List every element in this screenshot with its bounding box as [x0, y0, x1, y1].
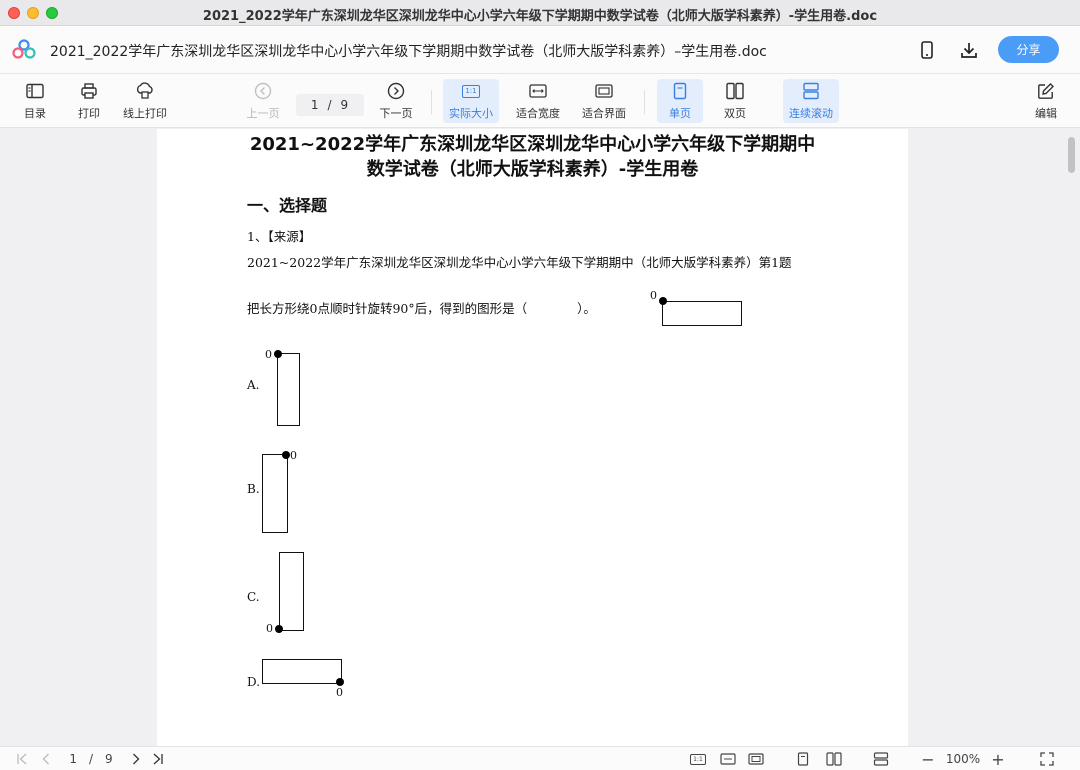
prev-page-icon[interactable] — [38, 751, 54, 767]
zoom-out-button[interactable]: − — [920, 750, 936, 769]
print-button[interactable]: 打印 — [72, 79, 106, 123]
fit-width-icon — [529, 84, 547, 98]
toc-label: 目录 — [24, 107, 46, 120]
point-o-dot — [659, 297, 667, 305]
fit-page-label: 适合界面 — [582, 107, 626, 120]
option-b-label: B. — [247, 482, 260, 496]
chevron-left-circle-icon — [254, 82, 272, 100]
fit-width-label: 适合宽度 — [516, 107, 560, 120]
status-actual-size-icon[interactable]: 1:1 — [688, 751, 708, 767]
double-page-button[interactable]: 双页 — [713, 79, 757, 123]
download-icon[interactable] — [958, 39, 980, 61]
chevron-right-circle-icon — [387, 82, 405, 100]
option-a-dot — [274, 350, 282, 358]
print-label: 打印 — [78, 107, 100, 120]
online-print-label: 线上打印 — [123, 107, 167, 120]
single-page-button[interactable]: 单页 — [657, 79, 703, 123]
document-viewport[interactable]: 2021~2022学年广东深圳龙华区深圳龙华中心小学六年级下学期期中 数学试卷（… — [0, 129, 1080, 746]
share-button[interactable]: 分享 — [998, 36, 1059, 63]
option-b-point-label: 0 — [290, 449, 297, 462]
toolbar-divider — [644, 90, 645, 114]
prev-page-button[interactable]: 上一页 — [244, 79, 282, 123]
status-bar: 1 / 9 1:1 − 100% + — [0, 746, 1080, 770]
status-page-total: 9 — [105, 752, 113, 766]
toolbar: 目录 打印 线上打印 上一页 1 / 9 下一页 1:1 实际大小 适合宽度 适… — [0, 74, 1080, 128]
status-fit-page-icon[interactable] — [746, 751, 766, 767]
edit-icon — [1038, 83, 1054, 99]
fit-page-button[interactable]: 适合界面 — [578, 79, 630, 123]
toolbar-divider — [431, 90, 432, 114]
toc-button[interactable]: 目录 — [18, 79, 52, 123]
window-titlebar: 2021_2022学年广东深圳龙华区深圳龙华中心小学六年级下学期期中数学试卷（北… — [0, 0, 1080, 26]
option-b-dot — [282, 451, 290, 459]
next-page-icon[interactable] — [128, 751, 144, 767]
section-heading: 一、选择题 — [247, 196, 328, 215]
figure-rectangle — [662, 301, 742, 326]
status-continuous-scroll-icon[interactable] — [871, 751, 891, 767]
online-print-button[interactable]: 线上打印 — [118, 79, 172, 123]
cloud-print-icon — [136, 82, 153, 99]
logo-icon — [12, 39, 36, 59]
status-page-separator: / — [88, 752, 94, 766]
double-page-label: 双页 — [724, 107, 746, 120]
double-page-icon — [726, 82, 744, 100]
single-page-label: 单页 — [669, 107, 691, 120]
question-source: 2021~2022学年广东深圳龙华区深圳龙华中心小学六年级下学期期中（北师大版学… — [247, 255, 792, 270]
phone-icon[interactable] — [916, 39, 938, 61]
fit-width-button[interactable]: 适合宽度 — [512, 79, 564, 123]
toc-icon — [26, 83, 44, 99]
prev-page-label: 上一页 — [246, 107, 280, 120]
actual-size-label: 实际大小 — [449, 107, 493, 120]
status-single-page-icon[interactable] — [794, 751, 812, 767]
status-fit-width-icon[interactable] — [718, 751, 738, 767]
actual-size-icon: 1:1 — [462, 84, 480, 98]
option-a-rectangle — [277, 353, 300, 426]
actual-size-button[interactable]: 1:1 实际大小 — [443, 79, 499, 123]
question-stem: 把长方形绕0点顺时针旋转90°后，得到的图形是（ ）。 — [247, 301, 596, 316]
vertical-scrollbar[interactable] — [1068, 137, 1075, 173]
page-current: 1 — [310, 98, 320, 112]
fit-page-icon — [595, 84, 613, 98]
continuous-scroll-label: 连续滚动 — [789, 107, 833, 120]
option-b-rectangle — [262, 454, 288, 533]
option-c-label: C. — [247, 590, 260, 604]
option-a-label: A. — [247, 378, 260, 392]
option-c-rectangle — [279, 552, 304, 631]
option-a-point-label: 0 — [265, 348, 272, 361]
edit-label: 编辑 — [1035, 107, 1057, 120]
option-c-dot — [275, 625, 283, 633]
next-page-button[interactable]: 下一页 — [377, 79, 415, 123]
app-header: 2021_2022学年广东深圳龙华区深圳龙华中心小学六年级下学期期中数学试卷（北… — [0, 26, 1080, 74]
continuous-scroll-button[interactable]: 连续滚动 — [783, 79, 839, 123]
document-title: 2021_2022学年广东深圳龙华区深圳龙华中心小学六年级下学期期中数学试卷（北… — [50, 44, 767, 60]
edit-button[interactable]: 编辑 — [1030, 79, 1062, 123]
printer-icon — [81, 83, 97, 99]
doc-title-line-1: 2021~2022学年广东深圳龙华区深圳龙华中心小学六年级下学期期中 — [249, 134, 816, 155]
status-double-page-icon[interactable] — [824, 751, 844, 767]
document-page: 2021~2022学年广东深圳龙华区深圳龙华中心小学六年级下学期期中 数学试卷（… — [157, 129, 908, 746]
status-page-indicator[interactable]: 1 / 9 — [64, 751, 118, 767]
option-d-rectangle — [262, 659, 342, 684]
first-page-icon[interactable] — [14, 751, 30, 767]
option-d-dot — [336, 678, 344, 686]
page-separator: / — [327, 98, 333, 112]
single-page-icon — [673, 82, 687, 100]
zoom-level[interactable]: 100% — [944, 751, 982, 767]
last-page-icon[interactable] — [150, 751, 166, 767]
option-d-point-label: 0 — [336, 686, 343, 699]
page-number-input[interactable]: 1 / 9 — [296, 94, 364, 116]
continuous-scroll-icon — [803, 82, 819, 100]
point-o-label: 0 — [650, 289, 657, 302]
question-number: 1、【来源】 — [247, 229, 312, 244]
doc-title-line-2: 数学试卷（北师大版学科素养）-学生用卷 — [366, 159, 699, 180]
page-total: 9 — [340, 98, 350, 112]
fullscreen-icon[interactable] — [1038, 751, 1056, 767]
status-page-current: 1 — [69, 752, 77, 766]
window-title: 2021_2022学年广东深圳龙华区深圳龙华中心小学六年级下学期期中数学试卷（北… — [202, 9, 878, 24]
option-d-label: D. — [247, 675, 261, 689]
next-page-label: 下一页 — [379, 107, 413, 120]
zoom-in-button[interactable]: + — [990, 750, 1006, 769]
option-c-point-label: 0 — [266, 622, 273, 635]
